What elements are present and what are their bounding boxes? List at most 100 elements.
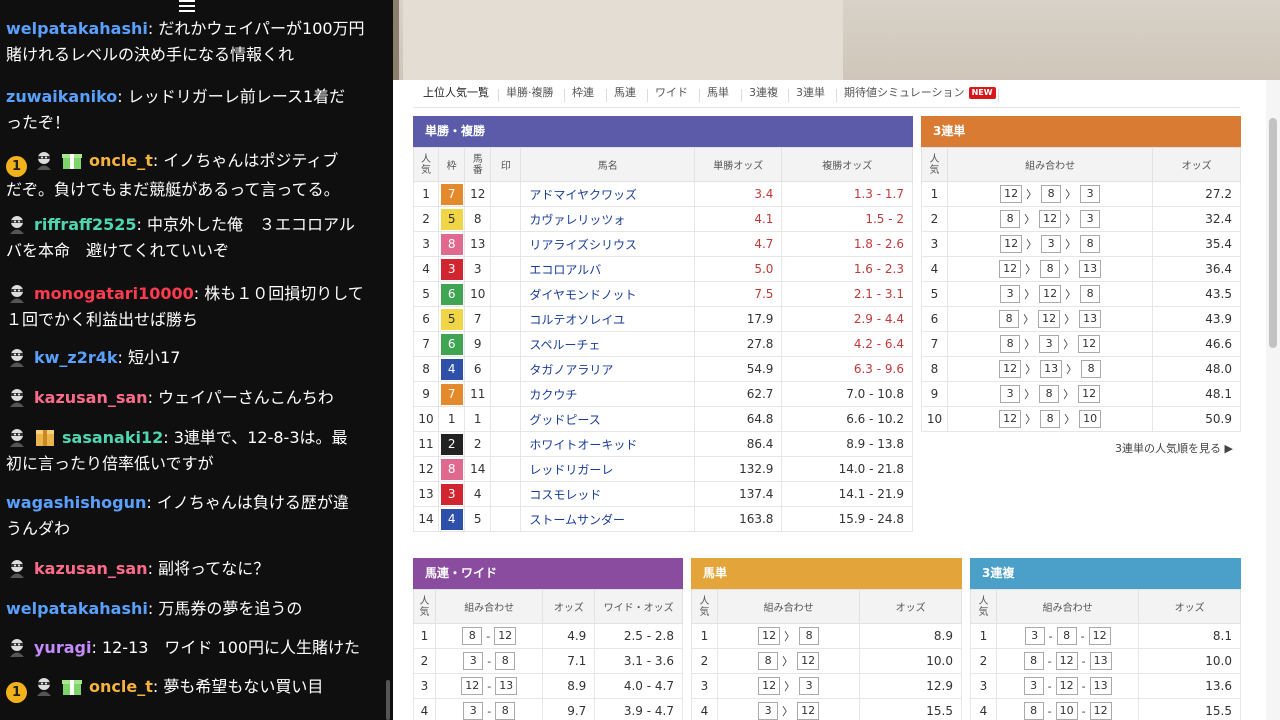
- chat-line: kazusan_san: ウェイパーさんこんちわ: [6, 385, 376, 411]
- horse-name-link[interactable]: グッドピース: [520, 406, 696, 432]
- tab-5[interactable]: 馬単: [707, 86, 729, 104]
- table-row: 11 2 2 ホワイトオーキッド 86.4 8.9 - 13.8: [412, 431, 913, 457]
- horse-name-link[interactable]: カヴァレリッツォ: [520, 206, 696, 232]
- chat-line: zuwaikaniko: レッドリガーレ前レース1着だ: [6, 84, 376, 110]
- chat-username[interactable]: oncle_t: [89, 677, 153, 696]
- horse-name-link[interactable]: カクウチ: [520, 381, 696, 407]
- chat-username[interactable]: monogatari10000: [34, 284, 194, 303]
- combination-cell: 3-8: [434, 648, 544, 674]
- horse-name-link[interactable]: ホワイトオーキッド: [520, 431, 696, 457]
- mark-cell[interactable]: [490, 206, 522, 232]
- chat-line: sasanaki12: 3連単で、12-8-3は。最: [6, 425, 376, 451]
- odds-cell: 15.5: [1138, 698, 1241, 720]
- horse-name-link[interactable]: リアライズシリウス: [520, 231, 696, 257]
- mark-cell[interactable]: [490, 256, 522, 282]
- chat-username[interactable]: kw_z2r4k: [34, 348, 118, 367]
- place-odds-cell: 1.6 - 2.3: [781, 256, 913, 282]
- chat-line: wagashishogun: イノちゃんは負ける歴が違: [6, 490, 376, 516]
- column-header: 人気: [921, 147, 948, 182]
- mark-cell[interactable]: [490, 431, 522, 457]
- column-header-label: 単勝オッズ: [713, 161, 764, 172]
- win-odds-cell: 3.4: [694, 181, 783, 207]
- column-header-label: 印: [500, 161, 511, 172]
- place-odds-cell: 15.9 - 24.8: [781, 506, 913, 532]
- tab-7[interactable]: 3連単: [796, 86, 825, 104]
- column-header-label: 組み合わせ: [464, 603, 515, 614]
- chat-username[interactable]: wagashishogun: [6, 493, 146, 512]
- mark-cell[interactable]: [490, 456, 522, 482]
- odds-cell: 50.9: [1152, 406, 1241, 432]
- horse-number-box: 8: [1080, 285, 1101, 303]
- chat-username[interactable]: riffraff2525: [34, 215, 137, 234]
- horse-name-link[interactable]: ストームサンダー: [520, 506, 696, 532]
- horse-number-box: 13: [495, 677, 518, 695]
- tab-0[interactable]: 上位人気一覧: [423, 86, 489, 104]
- chat-username[interactable]: kazusan_san: [34, 559, 148, 578]
- table-row: 2 8 〉 12 10.0: [691, 648, 962, 674]
- chat-colon: :: [193, 284, 205, 303]
- chat-username[interactable]: welpatakahashi: [6, 599, 148, 618]
- chat-username[interactable]: sasanaki12: [62, 428, 163, 447]
- odds-cell: 36.4: [1152, 256, 1241, 282]
- horse-name-link[interactable]: スペルーチェ: [520, 331, 696, 357]
- dash-separator: -: [1081, 704, 1086, 718]
- chat-scrollbar[interactable]: [386, 680, 390, 720]
- mark-cell[interactable]: [490, 331, 522, 357]
- odds-cell: 13.6: [1138, 673, 1241, 699]
- horse-number-box: 8: [1000, 335, 1021, 353]
- waku-badge: 7: [440, 183, 463, 205]
- mark-cell[interactable]: [490, 231, 522, 257]
- win-odds-cell: 137.4: [694, 481, 783, 507]
- chat-message: 1 oncle_t: イノちゃんはポジティブ だぞ。負けてもまだ競艇があるって言って…: [6, 148, 376, 203]
- rank-cell: 6: [921, 306, 948, 332]
- rank-cell: 3: [691, 673, 718, 699]
- tab-8[interactable]: 期待値シミュレーション NEW: [844, 86, 996, 104]
- win-odds-cell: 86.4: [694, 431, 783, 457]
- horse-number-cell: 1: [464, 406, 492, 432]
- wide-odds-cell: 3.1 - 3.6: [594, 648, 683, 674]
- horse-number-box: 12: [999, 360, 1022, 378]
- chat-username[interactable]: oncle_t: [89, 151, 153, 170]
- page-scrollbar[interactable]: [1266, 80, 1280, 720]
- horse-number-box: 8: [1041, 185, 1062, 203]
- scrollbar-thumb[interactable]: [1269, 118, 1277, 348]
- mark-cell[interactable]: [490, 506, 522, 532]
- chat-line: kw_z2r4k: 短小17: [6, 345, 376, 371]
- mark-cell[interactable]: [490, 406, 522, 432]
- horse-name-link[interactable]: アドマイヤクワッズ: [520, 181, 696, 207]
- horse-name-link[interactable]: コルテオソレイユ: [520, 306, 696, 332]
- horse-name-link[interactable]: レッドリガーレ: [520, 456, 696, 482]
- chat-username[interactable]: kazusan_san: [34, 388, 148, 407]
- chat-username[interactable]: welpatakahashi: [6, 19, 148, 38]
- tab-3[interactable]: 馬連: [614, 86, 636, 104]
- mark-cell[interactable]: [490, 356, 522, 382]
- horse-name-link[interactable]: コスモレッド: [520, 481, 696, 507]
- mark-cell[interactable]: [490, 281, 522, 307]
- chat-line: 1 oncle_t: イノちゃんはポジティブ: [6, 148, 376, 177]
- mark-cell[interactable]: [490, 381, 522, 407]
- mark-cell[interactable]: [490, 481, 522, 507]
- horse-number-box: 13: [1089, 677, 1112, 695]
- horse-name-link[interactable]: エコロアルバ: [520, 256, 696, 282]
- tab-4[interactable]: ワイド: [655, 86, 688, 104]
- trifecta-more-link[interactable]: 3連単の人気順を見る ▶: [1115, 440, 1233, 456]
- horse-number-box: 12: [461, 677, 484, 695]
- drag-handle-icon[interactable]: [176, 0, 198, 16]
- tab-6[interactable]: 3連複: [749, 86, 778, 104]
- horse-number-box: 13: [1079, 260, 1102, 278]
- tab-2[interactable]: 枠連: [572, 86, 594, 104]
- mark-cell[interactable]: [490, 306, 522, 332]
- horse-number-cell: 3: [464, 256, 492, 282]
- chat-username[interactable]: zuwaikaniko: [6, 87, 117, 106]
- mark-cell[interactable]: [490, 181, 522, 207]
- horse-number-box: 12: [758, 677, 781, 695]
- chat-username[interactable]: yuragi: [34, 638, 91, 657]
- horse-name-link[interactable]: ダイヤモンドノット: [520, 281, 696, 307]
- waku-cell: 7: [438, 381, 466, 407]
- trifecta-section: 3連単 人気 組み合わせ オッズ 1 12 〉 8 〉 3 27.2 2 8 〉 12 〉 3 32.4 3 12 〉…: [921, 116, 1241, 432]
- tab-1[interactable]: 単勝·複勝: [506, 86, 554, 104]
- horse-number-box: 12: [1089, 702, 1112, 720]
- trifecta-table: 人気 組み合わせ オッズ 1 12 〉 8 〉 3 27.2 2 8 〉 12 〉 3 32.4 3 12 〉 3 〉 8 3…: [921, 147, 1241, 432]
- rank-cell: 4: [413, 698, 436, 720]
- horse-name-link[interactable]: タガノアラリア: [520, 356, 696, 382]
